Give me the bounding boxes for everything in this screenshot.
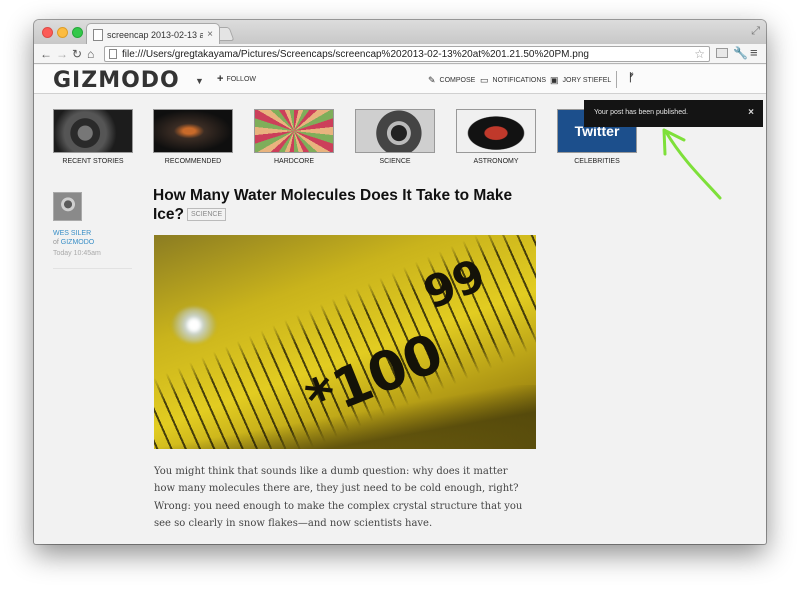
author-site-line: of GIZMODO xyxy=(53,239,94,246)
tab-close-icon[interactable]: × xyxy=(207,29,213,40)
window-maximize-button[interactable] xyxy=(72,27,83,38)
category-recommended[interactable]: RECOMMENDED xyxy=(153,109,233,165)
user-icon: ▣ xyxy=(550,75,559,85)
follow-button[interactable]: + FOLLOW xyxy=(217,73,256,85)
address-bar[interactable]: file:///Users/gregtakayama/Pictures/Scre… xyxy=(104,46,710,62)
category-label[interactable]: CELEBRITIES xyxy=(557,158,637,165)
tab-strip: screencap 2013-02-13 at 1 × ⤢ xyxy=(34,20,766,45)
page-favicon-icon xyxy=(93,28,103,41)
kinja-icon[interactable]: ᚠ xyxy=(628,72,635,84)
category-thumbnail[interactable] xyxy=(153,109,233,153)
author-of-text: of xyxy=(53,239,59,246)
article-tag[interactable]: SCIENCE xyxy=(187,208,227,221)
tab-title: screencap 2013-02-13 at 1 xyxy=(107,29,204,40)
category-label[interactable]: RECENT STORIES xyxy=(53,158,133,165)
compose-label: COMPOSE xyxy=(439,77,476,84)
url-text[interactable]: file:///Users/gregtakayama/Pictures/Scre… xyxy=(122,49,689,60)
user-profile-link[interactable]: ▣ JORY STIEFEL xyxy=(550,75,611,86)
category-thumbnail[interactable] xyxy=(456,109,536,153)
category-label[interactable]: RECOMMENDED xyxy=(153,158,233,165)
forward-arrow-icon[interactable]: → xyxy=(56,46,68,62)
fullscreen-icon[interactable]: ⤢ xyxy=(751,25,760,38)
category-thumbnail[interactable] xyxy=(53,109,133,153)
notifications-link[interactable]: ▭ NOTIFICATIONS xyxy=(480,75,546,86)
plus-icon: + xyxy=(217,73,224,85)
notification-message: Your post has been published. xyxy=(594,109,688,116)
browser-toolbar: ← → ↻ ⌂ file:///Users/gregtakayama/Pictu… xyxy=(34,44,766,64)
article-title[interactable]: How Many Water Molecules Does It Take to… xyxy=(153,186,543,224)
category-hardcore[interactable]: HARDCORE xyxy=(254,109,334,165)
file-icon xyxy=(109,49,117,59)
article-body: You might think that sounds like a dumb … xyxy=(154,466,523,530)
author-divider xyxy=(53,268,132,269)
back-arrow-icon[interactable]: ← xyxy=(40,46,52,62)
notification-close-icon[interactable]: × xyxy=(748,107,754,118)
category-science[interactable]: SCIENCE xyxy=(355,109,435,165)
category-thumbnail[interactable] xyxy=(254,109,334,153)
bookmark-star-icon[interactable]: ☆ xyxy=(694,47,705,61)
follow-label: FOLLOW xyxy=(226,75,256,83)
window-minimize-button[interactable] xyxy=(57,27,68,38)
water-droplet xyxy=(172,307,216,343)
pencil-icon: ✎ xyxy=(428,75,436,85)
category-label[interactable]: ASTRONOMY xyxy=(456,158,536,165)
annotation-arrow-icon xyxy=(662,128,722,200)
author-avatar[interactable] xyxy=(53,192,82,221)
author-site-link[interactable]: GIZMODO xyxy=(61,239,94,246)
gizmodo-logo[interactable]: GIZMODO xyxy=(53,68,180,93)
user-name: JORY STIEFEL xyxy=(562,77,612,84)
browser-tab[interactable]: screencap 2013-02-13 at 1 × xyxy=(86,23,220,45)
compose-link[interactable]: ✎ COMPOSE xyxy=(428,75,475,86)
window-close-button[interactable] xyxy=(42,27,53,38)
browser-window: screencap 2013-02-13 at 1 × ⤢ ← → ↻ ⌂ fi… xyxy=(34,20,766,544)
author-name[interactable]: WES SILER xyxy=(53,230,91,237)
article-hero-image: 99 *100 xyxy=(154,235,536,449)
category-thumbnail[interactable] xyxy=(355,109,435,153)
wrench-icon[interactable]: 🔧 xyxy=(733,46,748,60)
menu-icon[interactable]: ≡ xyxy=(750,45,758,60)
reload-icon[interactable]: ↻ xyxy=(72,46,82,62)
category-label[interactable]: SCIENCE xyxy=(355,158,435,165)
site-header: GIZMODO ▼ + FOLLOW ✎ COMPOSE ▭ NOTIFICATION… xyxy=(34,65,766,94)
post-timestamp: Today 10:45am xyxy=(53,250,101,257)
inbox-icon: ▭ xyxy=(480,75,489,85)
category-label[interactable]: HARDCORE xyxy=(254,158,334,165)
chevron-down-icon[interactable]: ▼ xyxy=(195,76,204,86)
home-icon[interactable]: ⌂ xyxy=(87,46,94,62)
category-recent-stories[interactable]: RECENT STORIES xyxy=(53,109,133,165)
mail-extension-icon[interactable] xyxy=(716,48,728,58)
notifications-label: NOTIFICATIONS xyxy=(492,77,547,84)
header-divider xyxy=(616,71,617,88)
category-astronomy[interactable]: ASTRONOMY xyxy=(456,109,536,165)
